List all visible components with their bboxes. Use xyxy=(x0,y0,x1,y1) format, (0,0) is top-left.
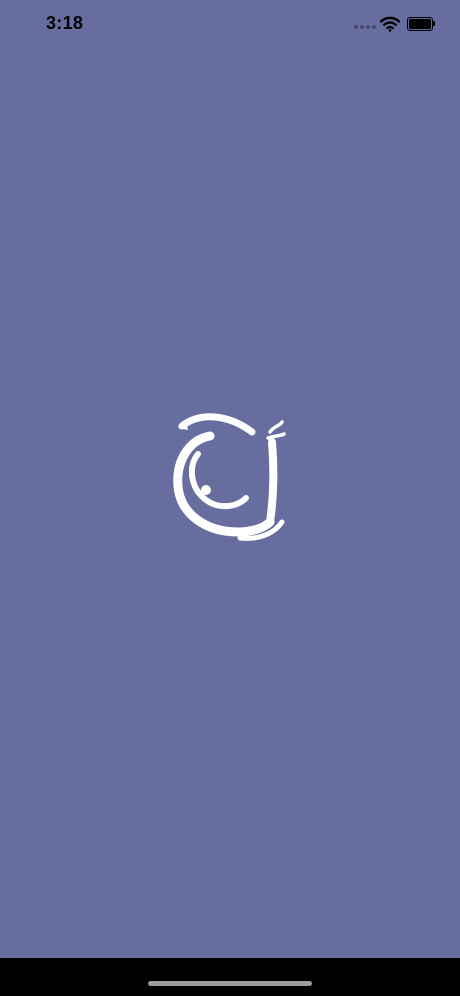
wifi-icon xyxy=(380,16,400,32)
home-indicator[interactable] xyxy=(148,981,312,986)
splash-screen: 3:18 xyxy=(0,0,460,958)
battery-icon xyxy=(407,17,435,31)
home-indicator-area xyxy=(0,958,460,996)
signal-dots-icon xyxy=(354,25,376,31)
status-time: 3:18 xyxy=(46,13,84,33)
calligraphy-logo-icon xyxy=(173,413,286,541)
status-bar: 3:18 xyxy=(0,0,460,50)
battery-fill xyxy=(409,19,431,29)
